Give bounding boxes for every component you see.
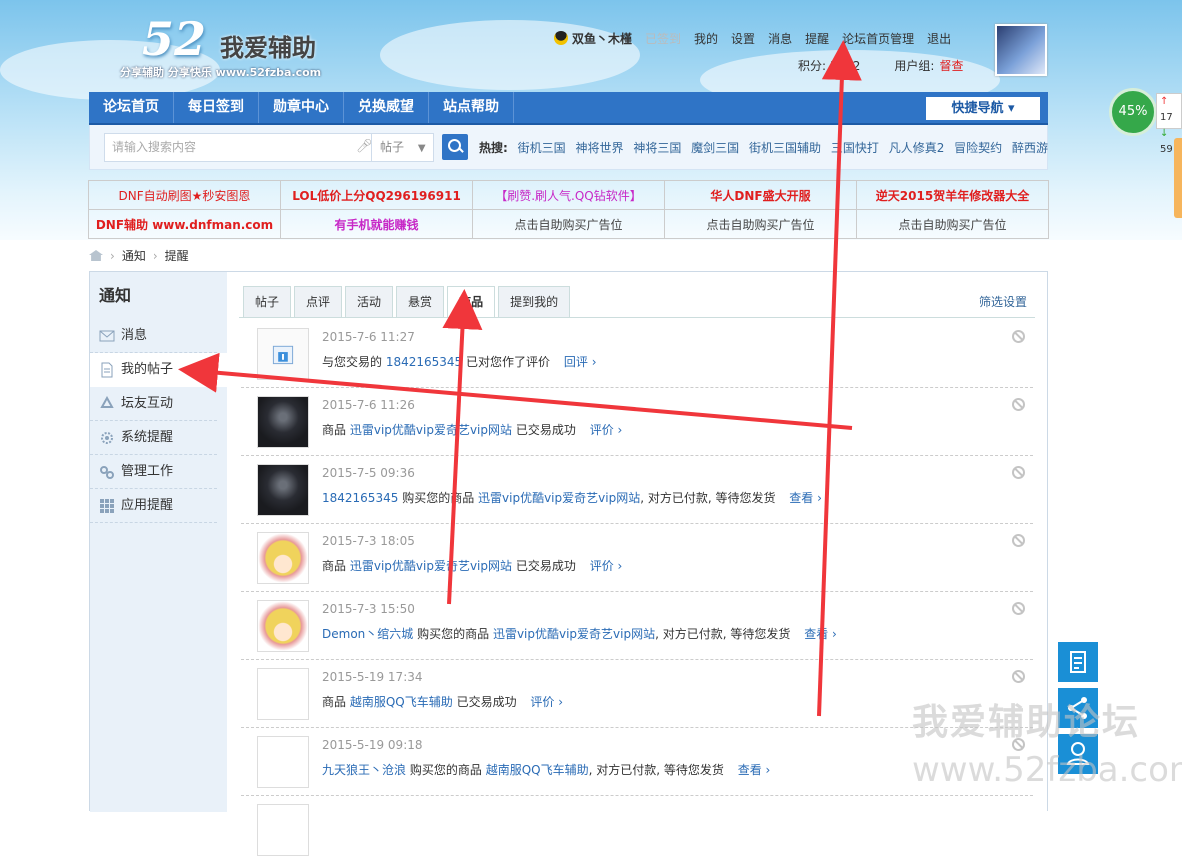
arrow-to-goods-tab — [442, 289, 483, 605]
notification-avatar[interactable] — [257, 804, 309, 856]
arrow-to-my-posts — [178, 352, 853, 430]
annotation-arrows — [178, 40, 862, 717]
arrow-to-reminders — [817, 40, 862, 717]
